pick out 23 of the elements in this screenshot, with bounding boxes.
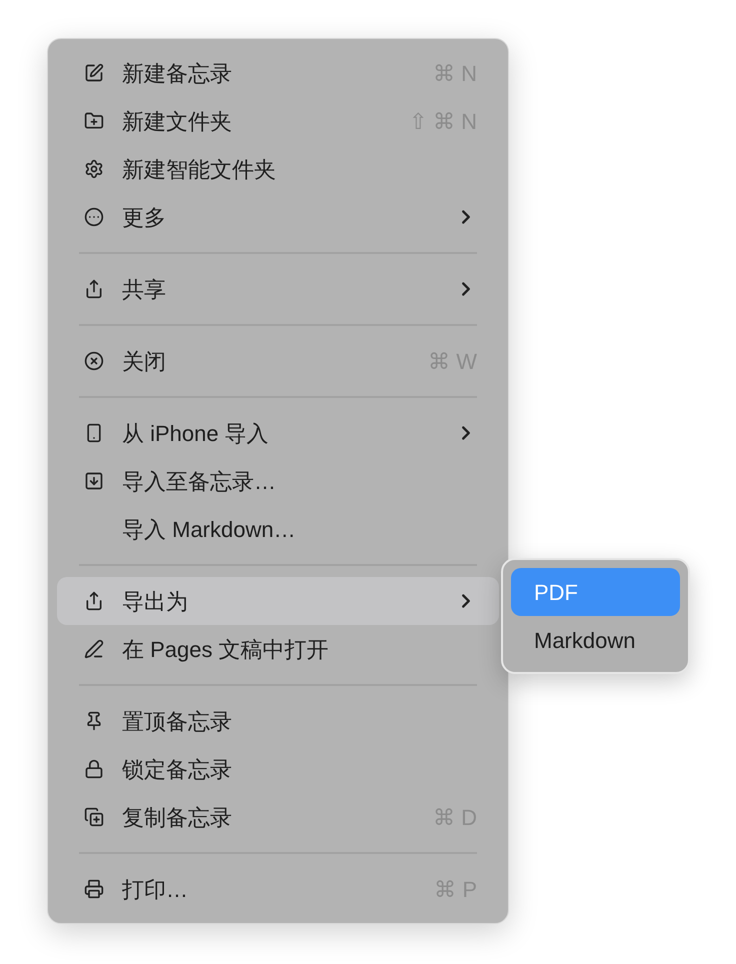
menu-item[interactable]: 导出为 (57, 577, 499, 625)
more-icon (84, 207, 104, 227)
edit-icon (84, 63, 104, 83)
menu-item[interactable]: 从 iPhone 导入 (57, 409, 499, 457)
menu-item[interactable]: 更多 (57, 193, 499, 241)
lock-icon (84, 759, 104, 779)
menu-item[interactable]: 在 Pages 文稿中打开 (57, 625, 499, 673)
menu-item[interactable]: 新建智能文件夹 (57, 145, 499, 193)
folder-plus-icon (84, 111, 104, 131)
import-icon (84, 471, 104, 491)
submenu-item[interactable]: Markdown (511, 616, 680, 664)
menu-item[interactable]: 导入至备忘录… (57, 457, 499, 505)
settings-icon (84, 159, 104, 179)
pen-icon (84, 639, 104, 659)
printer-icon (84, 879, 104, 899)
duplicate-icon (84, 807, 104, 827)
share-icon (84, 279, 104, 299)
menu-item[interactable]: 锁定备忘录 (57, 745, 499, 793)
menu-item[interactable]: 共享 (57, 265, 499, 313)
share-icon (84, 591, 104, 611)
menu-item[interactable]: 导入 Markdown… (57, 505, 499, 553)
close-icon (84, 351, 104, 371)
menu-item[interactable]: 置顶备忘录 (57, 697, 499, 745)
